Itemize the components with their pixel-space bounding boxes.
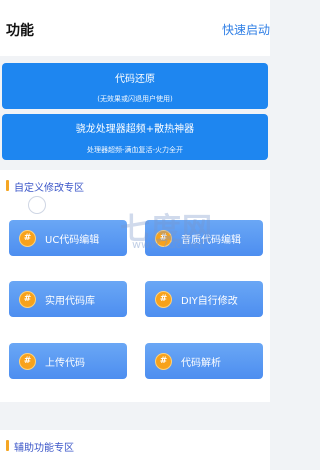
coin-icon: # xyxy=(19,230,36,247)
watermark-url: www.7do.net xyxy=(132,238,204,251)
top-bar: 功能 快速启动 xyxy=(0,0,270,56)
custom-section-title: 自定义修改专区 xyxy=(6,179,84,194)
code-library-tile[interactable]: # 实用代码库 xyxy=(9,281,127,317)
aux-section-title: 辅助功能专区 xyxy=(6,439,74,454)
code-restore-subtitle: (无效果或闪退用户使用) xyxy=(97,95,173,103)
uc-code-edit-tile[interactable]: # UC代码编辑 xyxy=(9,220,127,256)
upload-code-tile[interactable]: # 上传代码 xyxy=(9,343,127,379)
tile-label: 实用代码库 xyxy=(45,296,95,307)
code-restore-label: 代码还原 xyxy=(115,74,155,85)
code-restore-button[interactable]: 代码还原 (无效果或闪退用户使用) xyxy=(2,63,268,109)
coin-icon: # xyxy=(155,291,172,308)
tile-label: 上传代码 xyxy=(45,358,85,369)
circle-overlay xyxy=(28,196,46,214)
page-title: 功能 xyxy=(6,23,34,39)
diy-modify-tile[interactable]: # DIY自行修改 xyxy=(145,281,263,317)
tile-label: UC代码编辑 xyxy=(45,235,100,246)
quick-start-button[interactable]: 快速启动 xyxy=(222,21,270,38)
aux-section: 辅助功能专区 xyxy=(0,430,270,470)
tile-label: DIY自行修改 xyxy=(181,296,238,307)
tile-label: 代码解析 xyxy=(181,358,221,369)
coin-icon: # xyxy=(19,353,36,370)
code-parse-tile[interactable]: # 代码解析 xyxy=(145,343,263,379)
coin-icon: # xyxy=(19,291,36,308)
snapdragon-overclock-label: 骁龙处理器超频+散热神器 xyxy=(75,124,195,135)
coin-icon: # xyxy=(155,353,172,370)
snapdragon-overclock-button[interactable]: 骁龙处理器超频+散热神器 处理器超频-满血复活-火力全开 xyxy=(2,114,268,160)
snapdragon-overclock-subtitle: 处理器超频-满血复活-火力全开 xyxy=(86,146,184,154)
